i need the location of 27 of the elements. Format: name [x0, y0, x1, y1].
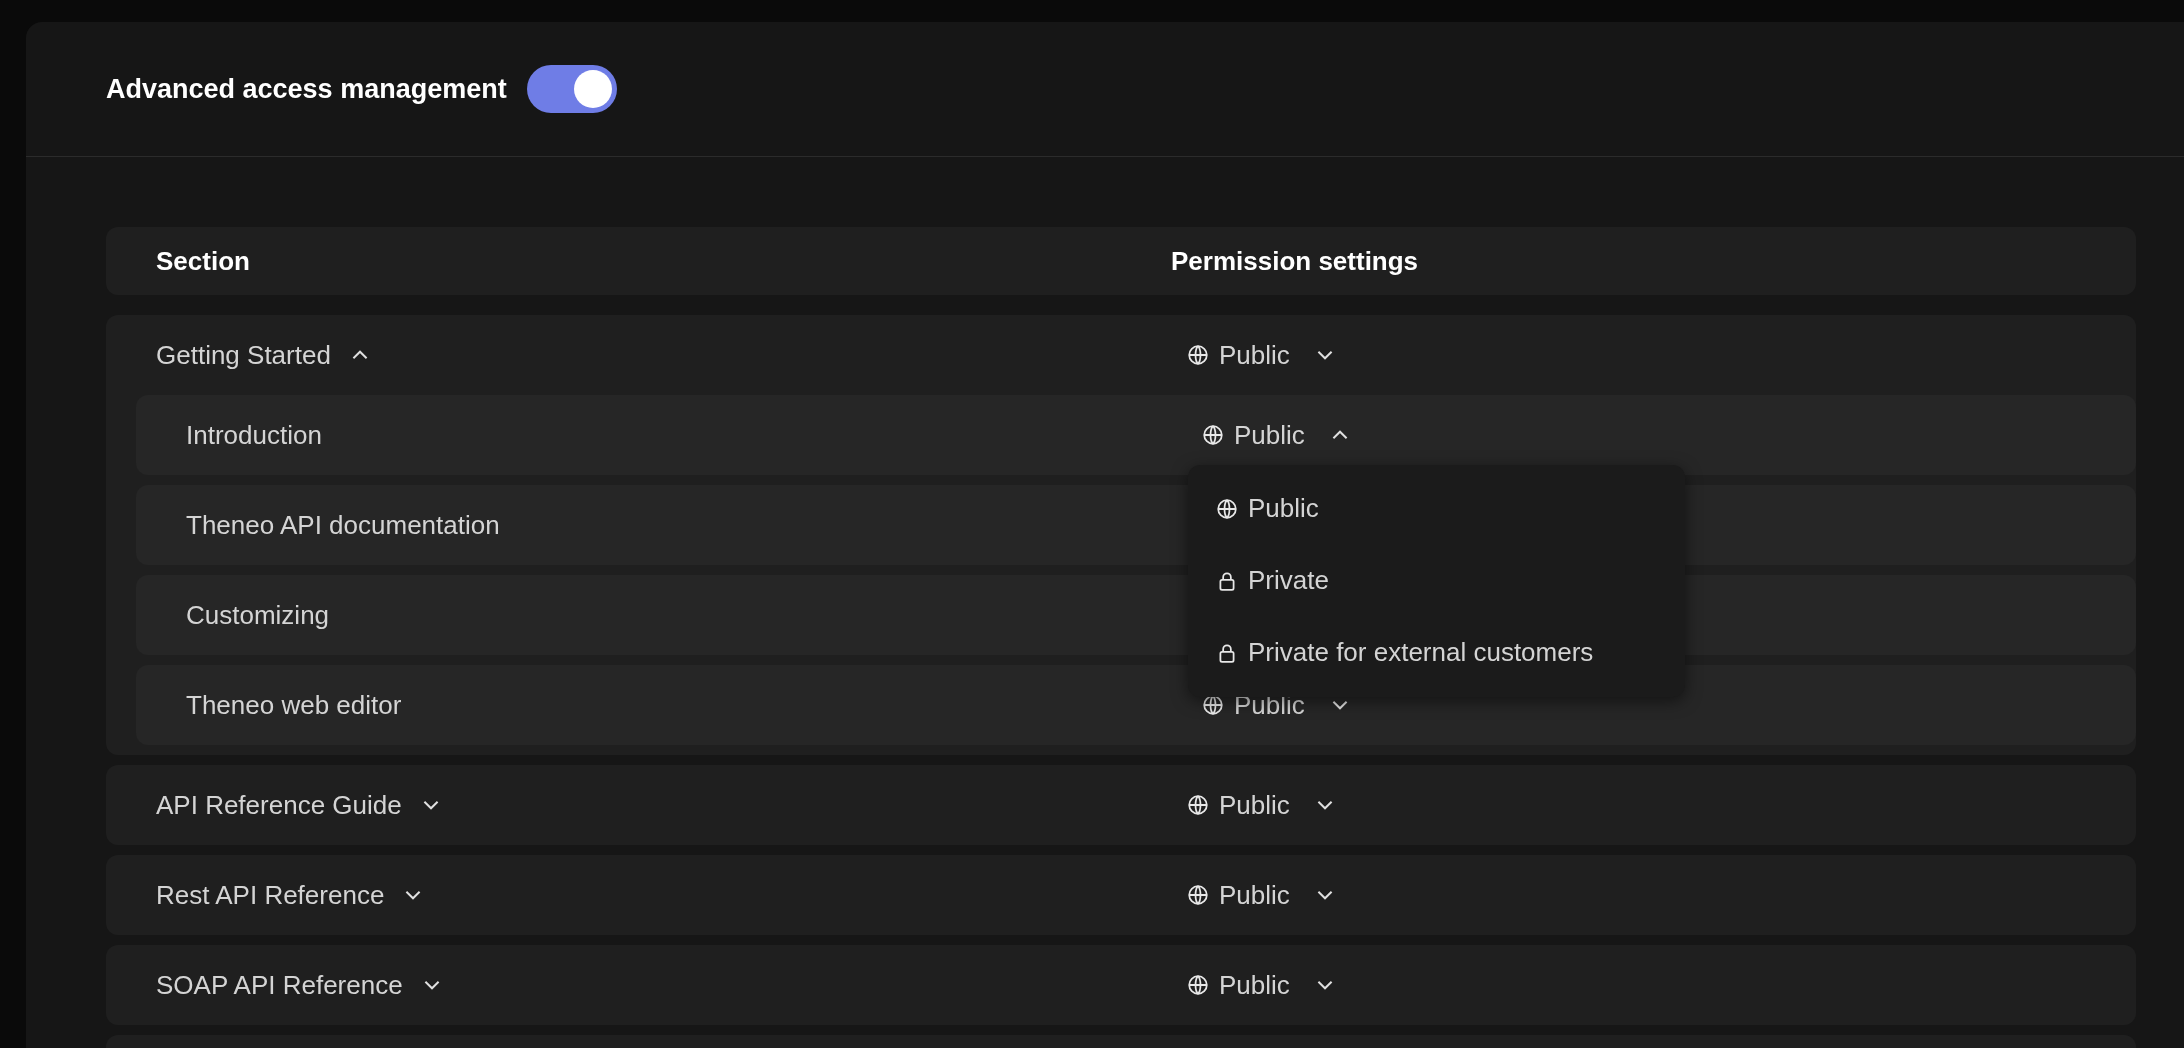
globe-icon — [1216, 497, 1238, 520]
globe-icon — [1187, 344, 1209, 366]
menu-option[interactable]: Public — [1188, 472, 1685, 545]
subsection-name[interactable]: Theneo API documentation — [186, 509, 500, 541]
globe-icon — [1187, 974, 1209, 996]
globe-icon — [1202, 694, 1224, 716]
permission-dropdown[interactable]: Public — [1187, 339, 1336, 371]
section-name[interactable]: Rest API Reference — [156, 879, 385, 911]
subsection-name[interactable]: Customizing — [186, 599, 330, 631]
column-header: Permission settings — [1171, 245, 1420, 277]
permission-dropdown[interactable]: Public — [1187, 789, 1336, 821]
toggle-switch[interactable] — [526, 65, 617, 113]
subsection-name[interactable]: Theneo web editor — [186, 689, 402, 721]
menu-option[interactable]: Private — [1188, 544, 1685, 617]
section-name[interactable]: SOAP API Reference — [156, 969, 403, 1001]
subsection-name[interactable]: Introduction — [186, 419, 322, 451]
setting-label: Advanced access management — [106, 73, 507, 105]
section-name[interactable]: Getting Started — [156, 339, 331, 371]
permission-dropdown[interactable]: Public — [1202, 419, 1351, 451]
permission-dropdown[interactable]: Public — [1187, 879, 1336, 911]
menu-option[interactable]: Private for external customers — [1188, 616, 1685, 689]
globe-icon — [1202, 424, 1224, 446]
column-header: Section — [155, 245, 251, 277]
permission-dropdown[interactable]: Public — [1187, 969, 1336, 1001]
section-name[interactable]: API Reference Guide — [156, 789, 402, 821]
globe-icon — [1187, 794, 1209, 816]
globe-icon — [1187, 884, 1209, 906]
